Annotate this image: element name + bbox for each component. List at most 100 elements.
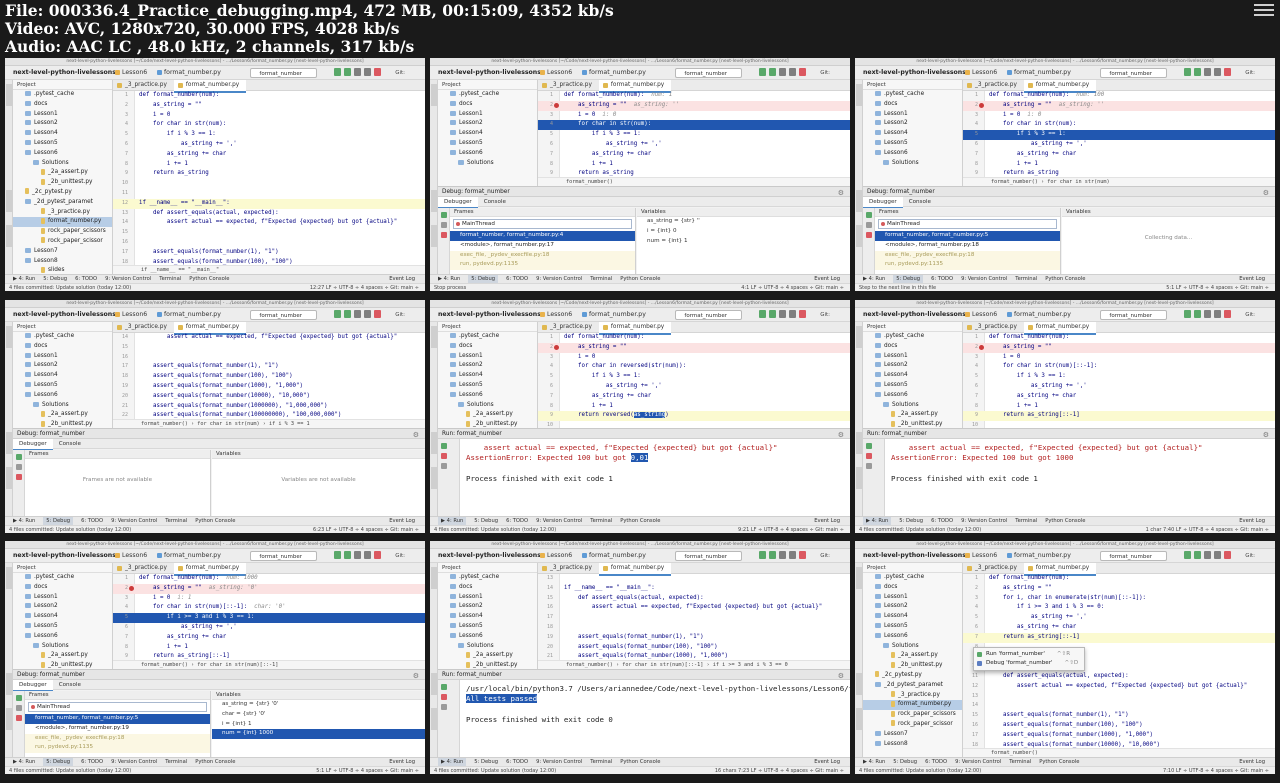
- stop-icon[interactable]: [866, 232, 872, 238]
- project-tool-tab[interactable]: [431, 84, 437, 106]
- code-line[interactable]: 13: [963, 692, 1275, 702]
- gear-icon[interactable]: ⚙: [1263, 188, 1269, 198]
- favorites-tool-tab[interactable]: [6, 467, 12, 489]
- project-tree-item[interactable]: Lesson1: [438, 352, 537, 362]
- stop-icon[interactable]: [441, 232, 447, 238]
- code-line[interactable]: 16: [113, 238, 425, 248]
- stop-icon[interactable]: [866, 453, 872, 459]
- console-tab[interactable]: Console: [903, 197, 937, 207]
- code-line[interactable]: 4 for char in reversed(str(num)):: [538, 362, 850, 372]
- project-tree-item[interactable]: Lesson5: [13, 622, 112, 632]
- code-line[interactable]: 17: [538, 613, 850, 623]
- tab-practice[interactable]: _3_practice.py: [963, 80, 1024, 91]
- project-tree-item[interactable]: Lesson8: [13, 257, 112, 267]
- context-menu-item[interactable]: Debug 'format_number' ^⇧D: [974, 659, 1084, 668]
- breakpoint-icon[interactable]: [979, 345, 984, 351]
- project-tree-item[interactable]: _2a_assert.py: [438, 651, 537, 661]
- gear-icon[interactable]: ⚙: [413, 671, 419, 681]
- structure-tool-tab[interactable]: [856, 432, 862, 454]
- favorites-tool-tab[interactable]: [6, 708, 12, 730]
- project-tree-item[interactable]: Lesson6: [863, 149, 962, 159]
- project-panel-header[interactable]: Project: [863, 80, 962, 90]
- project-tree-item[interactable]: Lesson6: [13, 391, 112, 401]
- project-tree-item[interactable]: docs: [438, 342, 537, 352]
- stop-button[interactable]: [374, 310, 381, 318]
- project-tree-item[interactable]: docs: [13, 583, 112, 593]
- project-tree-item[interactable]: _2a_assert.py: [13, 651, 112, 661]
- stack-frame[interactable]: <module>, format_number.py:19: [25, 724, 210, 734]
- favorites-tool-tab[interactable]: [431, 708, 437, 730]
- project-tree-item[interactable]: Lesson1: [438, 593, 537, 603]
- tab-practice[interactable]: _3_practice.py: [963, 563, 1024, 574]
- run-configuration-select[interactable]: format_number: [1100, 551, 1167, 561]
- run-button[interactable]: [1184, 310, 1191, 318]
- structure-tool-tab[interactable]: [431, 432, 437, 454]
- coverage-button[interactable]: [354, 551, 361, 559]
- project-name[interactable]: next-level-python-livelessons: [13, 549, 116, 563]
- structure-tool-tab[interactable]: [856, 673, 862, 695]
- stop-icon[interactable]: [441, 453, 447, 459]
- profile-button[interactable]: [364, 310, 371, 318]
- code-line[interactable]: 15: [113, 343, 425, 353]
- run-button[interactable]: [759, 551, 766, 559]
- code-line[interactable]: 4 for char in str(num)[::-1]: char: '0': [113, 603, 425, 613]
- code-line[interactable]: 15: [113, 228, 425, 238]
- profile-button[interactable]: [789, 68, 796, 76]
- run-button[interactable]: [759, 310, 766, 318]
- project-tree-item[interactable]: Lesson6: [438, 149, 537, 159]
- tab-practice[interactable]: _3_practice.py: [113, 563, 174, 574]
- project-tree-item[interactable]: Lesson1: [863, 352, 962, 362]
- scroll-icon[interactable]: [441, 463, 447, 469]
- pause-icon[interactable]: [16, 705, 22, 711]
- stack-frame[interactable]: run, pydevd.py:1135: [875, 260, 1060, 271]
- project-tree-item[interactable]: docs: [863, 583, 962, 593]
- project-tree-item[interactable]: Lesson7: [13, 247, 112, 257]
- favorites-tool-tab[interactable]: [856, 225, 862, 247]
- scroll-icon[interactable]: [441, 704, 447, 710]
- stop-button[interactable]: [1224, 68, 1231, 76]
- project-tree-item[interactable]: _2d_pytest_paramet: [13, 198, 112, 208]
- code-line[interactable]: 10: [538, 421, 850, 428]
- code-line[interactable]: 16 assert actual == expected, f"Expected…: [538, 603, 850, 613]
- tab-practice[interactable]: _3_practice.py: [538, 322, 599, 333]
- project-tree-item[interactable]: _2c_pytest.py: [863, 671, 962, 681]
- structure-tool-tab[interactable]: [6, 190, 12, 212]
- stop-button[interactable]: [1224, 551, 1231, 559]
- project-tree-item[interactable]: Lesson5: [863, 381, 962, 391]
- project-tree-item[interactable]: Solutions: [438, 159, 537, 169]
- project-tree-item[interactable]: Lesson1: [438, 110, 537, 120]
- coverage-button[interactable]: [354, 68, 361, 76]
- stop-icon[interactable]: [16, 715, 22, 721]
- code-line[interactable]: 14 assert actual == expected, f"Expected…: [113, 333, 425, 343]
- code-line[interactable]: 17 assert_equals(format_number(1000), "1…: [963, 731, 1275, 741]
- console-tab[interactable]: Console: [53, 439, 87, 449]
- resume-icon[interactable]: [866, 212, 872, 218]
- console-tab[interactable]: Console: [478, 197, 512, 207]
- rerun-icon[interactable]: [441, 443, 447, 449]
- project-tree-item[interactable]: Lesson5: [438, 139, 537, 149]
- project-tree-item[interactable]: docs: [438, 583, 537, 593]
- code-line[interactable]: 11 def assert_equals(actual, expected):: [963, 672, 1275, 682]
- run-button[interactable]: [759, 68, 766, 76]
- gear-icon[interactable]: ⚙: [838, 188, 844, 198]
- tab-practice[interactable]: _3_practice.py: [963, 322, 1024, 333]
- project-tree-item[interactable]: _3_practice.py: [863, 691, 962, 701]
- panel-config-tab[interactable]: format_number: [455, 672, 502, 678]
- breadcrumb-file[interactable]: format_number.py: [157, 66, 221, 80]
- code-line[interactable]: 10: [963, 421, 1275, 428]
- breadcrumb-lesson[interactable]: Lesson6: [965, 66, 997, 80]
- project-tree-item[interactable]: Lesson2: [863, 361, 962, 371]
- thread-selector[interactable]: MainThread: [453, 219, 632, 229]
- project-tree-item[interactable]: .pytest_cache: [13, 332, 112, 342]
- breakpoint-icon[interactable]: [979, 103, 984, 109]
- breadcrumb-file[interactable]: format_number.py: [1007, 549, 1071, 563]
- project-tree-item[interactable]: _2c_pytest.py: [13, 188, 112, 198]
- debug-button[interactable]: [769, 551, 776, 559]
- code-line[interactable]: 5 if i % 3 == 1:: [963, 130, 1275, 140]
- coverage-button[interactable]: [354, 310, 361, 318]
- project-panel-header[interactable]: Project: [863, 563, 962, 573]
- code-line[interactable]: 12 if __name__ == "__main__":: [113, 198, 425, 209]
- pause-icon[interactable]: [866, 222, 872, 228]
- project-tree-item[interactable]: Lesson1: [13, 593, 112, 603]
- breadcrumb-file[interactable]: format_number.py: [157, 549, 221, 563]
